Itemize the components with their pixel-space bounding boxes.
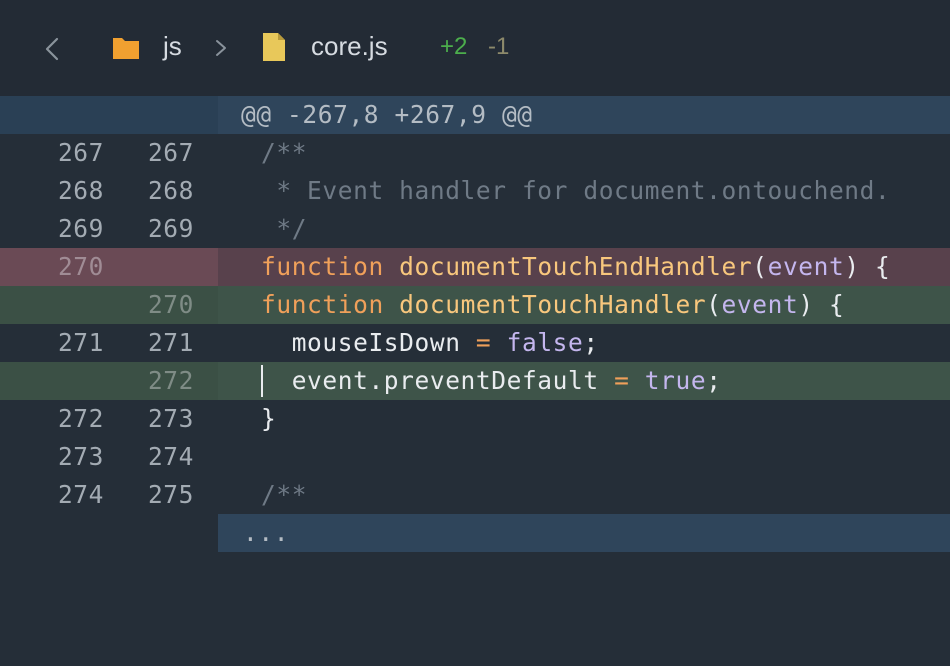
code-punctuation: ) { xyxy=(844,252,891,281)
code-parameter: event xyxy=(767,252,845,281)
diff-row: 268 268 * Event handler for document.ont… xyxy=(0,172,950,210)
code-parameter: event xyxy=(721,290,799,319)
code-comment: * Event handler for document.ontouchend. xyxy=(261,176,891,205)
expand-more-button[interactable]: ... xyxy=(243,514,289,552)
code-line: function documentTouchHandler(event) { xyxy=(261,286,844,324)
new-line-number: 272 xyxy=(147,366,194,395)
diff-row: 267 267 /** xyxy=(0,134,950,172)
code-line: } xyxy=(261,400,276,438)
line-gutter: 270 xyxy=(0,286,218,324)
new-line-number: 275 xyxy=(147,480,194,509)
code-line: function documentTouchEndHandler(event) … xyxy=(261,248,890,286)
code-line: /** xyxy=(261,134,307,172)
code-punctuation: ; xyxy=(583,328,599,357)
code-operator: = xyxy=(598,366,645,395)
file-header: js core.js +2 -1 xyxy=(0,0,950,96)
new-line-number: 270 xyxy=(147,290,194,319)
chevron-left-icon[interactable] xyxy=(38,34,68,64)
code-line: mouseIsDown = false; xyxy=(261,324,599,362)
new-line-number: 271 xyxy=(147,328,194,357)
old-line-number: 268 xyxy=(57,176,104,205)
code-boolean: true xyxy=(644,366,707,395)
old-line-number: 267 xyxy=(57,138,104,167)
deletions-count: -1 xyxy=(488,33,510,60)
new-line-number: 268 xyxy=(147,176,194,205)
line-gutter xyxy=(0,96,218,134)
code-comment: /** xyxy=(261,480,308,509)
new-line-number: 269 xyxy=(147,214,194,243)
breadcrumb-directory[interactable]: js xyxy=(163,31,182,62)
hunk-header: @@ -267,8 +267,9 @@ xyxy=(241,100,533,129)
diff-row-added: 272 event.preventDefault = true; xyxy=(0,362,950,400)
file-icon xyxy=(263,33,285,61)
diff-row: 273 274 xyxy=(0,438,950,476)
code-punctuation: ; xyxy=(706,366,722,395)
breadcrumb-filename[interactable]: core.js xyxy=(311,31,388,62)
line-gutter: 274 275 xyxy=(0,476,218,514)
chevron-right-icon xyxy=(216,40,226,56)
code-function-name: documentTouchEndHandler xyxy=(399,252,753,281)
line-gutter: 268 268 xyxy=(0,172,218,210)
code-line: event.preventDefault = true; xyxy=(261,362,722,400)
diff-row: 274 275 /** xyxy=(0,476,950,514)
code-keyword: function xyxy=(261,252,384,281)
code-identifier: event.preventDefault xyxy=(291,366,599,395)
code-punctuation: ( xyxy=(752,252,768,281)
diff-row: 272 273 } xyxy=(0,400,950,438)
expand-row[interactable]: ... xyxy=(0,514,950,552)
code-boolean: false xyxy=(506,328,584,357)
line-gutter: 270 xyxy=(0,248,218,286)
new-line-number: 273 xyxy=(147,404,194,433)
old-line-number: 273 xyxy=(57,442,104,471)
code-keyword: function xyxy=(261,290,384,319)
code-line: * Event handler for document.ontouchend. xyxy=(261,172,890,210)
line-gutter: 272 273 xyxy=(0,400,218,438)
code-comment: */ xyxy=(261,214,308,243)
old-line-number: 274 xyxy=(57,480,104,509)
diff-row: 271 271 mouseIsDown = false; xyxy=(0,324,950,362)
line-gutter: 271 271 xyxy=(0,324,218,362)
line-gutter: 272 xyxy=(0,362,218,400)
code-function-name: documentTouchHandler xyxy=(399,290,707,319)
code-punctuation: ( xyxy=(706,290,722,319)
new-line-number: 267 xyxy=(147,138,194,167)
old-line-number: 269 xyxy=(57,214,104,243)
old-line-number: 270 xyxy=(57,252,104,281)
code-comment: /** xyxy=(261,138,308,167)
line-gutter: 267 267 xyxy=(0,134,218,172)
new-line-number: 274 xyxy=(147,442,194,471)
line-gutter: 273 274 xyxy=(0,438,218,476)
code-line: /** xyxy=(261,476,307,514)
code-punctuation: } xyxy=(261,404,277,433)
folder-icon xyxy=(113,38,139,59)
code-line: */ xyxy=(261,210,307,248)
diff-row-deleted: 270 function documentTouchEndHandler(eve… xyxy=(0,248,950,286)
line-gutter: 269 269 xyxy=(0,210,218,248)
diff-row: 269 269 */ xyxy=(0,210,950,248)
line-gutter xyxy=(0,514,218,552)
code-punctuation: ) { xyxy=(798,290,845,319)
diff-row-added: 270 function documentTouchHandler(event)… xyxy=(0,286,950,324)
code-identifier: mouseIsDown xyxy=(291,328,461,357)
old-line-number: 271 xyxy=(57,328,104,357)
hunk-header-row: @@ -267,8 +267,9 @@ xyxy=(0,96,950,134)
diff-view: @@ -267,8 +267,9 @@ 267 267 /** 268 268 … xyxy=(0,96,950,552)
code-operator: = xyxy=(460,328,507,357)
additions-count: +2 xyxy=(440,33,468,60)
old-line-number: 272 xyxy=(57,404,104,433)
